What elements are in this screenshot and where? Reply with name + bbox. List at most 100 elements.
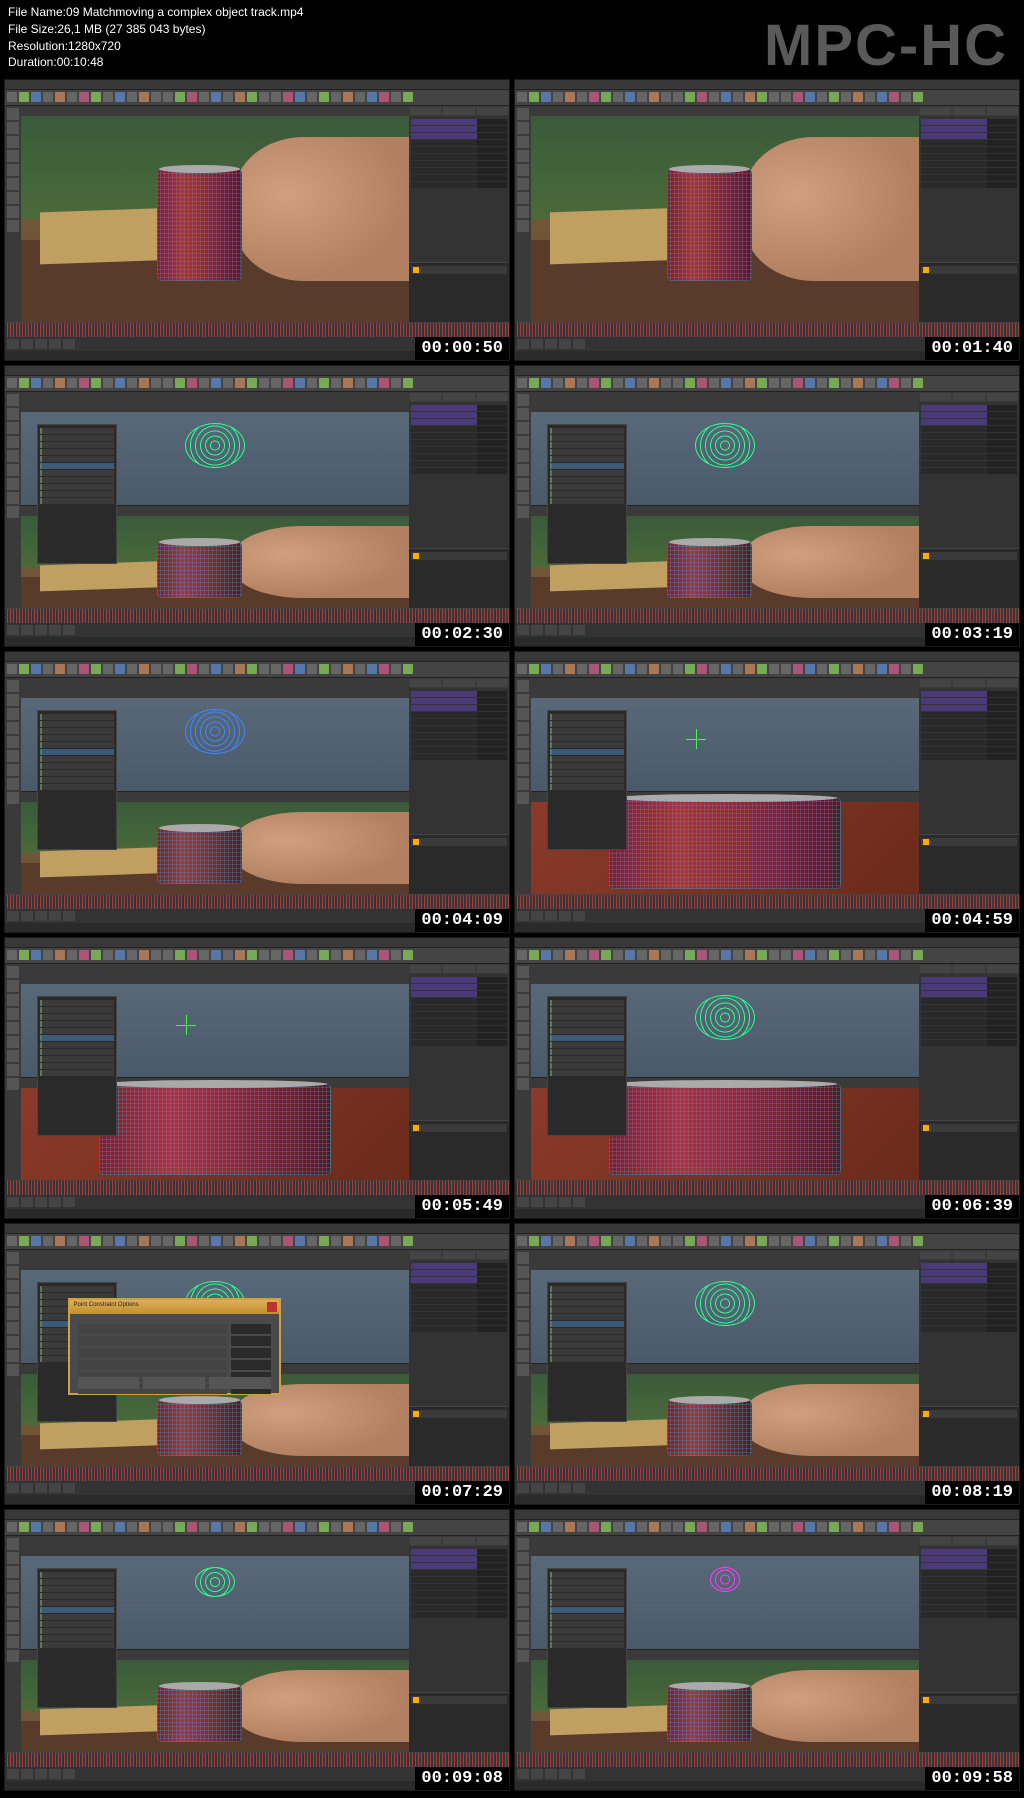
channel-row[interactable]	[411, 126, 507, 132]
channel-row[interactable]	[921, 991, 1017, 997]
side-tool-icon[interactable]	[517, 492, 529, 504]
toolbar-icon[interactable]	[247, 1522, 257, 1532]
toolbar-icon[interactable]	[733, 664, 743, 674]
panel-tabs[interactable]	[919, 1536, 1019, 1546]
side-tool-icon[interactable]	[517, 108, 529, 120]
dialog-button[interactable]	[209, 1377, 271, 1389]
outliner-item[interactable]	[40, 470, 114, 476]
toolbar-icon[interactable]	[601, 664, 611, 674]
outliner-item[interactable]	[550, 1307, 624, 1313]
channel-row[interactable]	[411, 733, 507, 739]
rewind-button[interactable]	[7, 1483, 19, 1493]
toolbar-icon[interactable]	[31, 1236, 41, 1246]
side-tool-icon[interactable]	[7, 136, 19, 148]
toolbar-icon[interactable]	[235, 950, 245, 960]
video-thumbnail[interactable]: 00:09:08	[4, 1509, 510, 1791]
toolbar-icon[interactable]	[889, 1522, 899, 1532]
channel-row[interactable]	[921, 154, 1017, 160]
side-tool-icon[interactable]	[7, 1364, 19, 1376]
toolbar-icon[interactable]	[673, 92, 683, 102]
layer-item[interactable]	[411, 1696, 507, 1704]
play-button[interactable]	[545, 1483, 557, 1493]
channel-row[interactable]	[921, 1026, 1017, 1032]
toolbar-icon[interactable]	[541, 1522, 551, 1532]
forward-button[interactable]	[63, 339, 75, 349]
side-tool-icon[interactable]	[7, 966, 19, 978]
channel-row[interactable]	[411, 998, 507, 1004]
layer-editor[interactable]	[919, 1406, 1019, 1466]
toolbar-icon[interactable]	[769, 1522, 779, 1532]
outliner-item[interactable]	[550, 1600, 624, 1606]
toolbar-icon[interactable]	[103, 664, 113, 674]
channel-box[interactable]	[919, 402, 1019, 548]
play-button[interactable]	[35, 1483, 47, 1493]
toolbar-icon[interactable]	[259, 1522, 269, 1532]
outliner-item[interactable]	[550, 1572, 624, 1578]
channel-row[interactable]	[411, 140, 507, 146]
panel-tab[interactable]	[987, 1537, 1018, 1545]
toolbar-icon[interactable]	[913, 664, 923, 674]
toolbar-icon[interactable]	[673, 1522, 683, 1532]
step-back-button[interactable]	[21, 1483, 33, 1493]
channel-row[interactable]	[921, 1549, 1017, 1555]
app-menubar[interactable]	[5, 938, 509, 948]
toolbar-icon[interactable]	[367, 950, 377, 960]
panel-tab[interactable]	[987, 393, 1018, 401]
layer-item[interactable]	[921, 266, 1017, 274]
outliner-item[interactable]	[550, 1342, 624, 1348]
side-tool-icon[interactable]	[7, 1608, 19, 1620]
step-back-button[interactable]	[531, 1483, 543, 1493]
toolbar-icon[interactable]	[67, 664, 77, 674]
toolbar-icon[interactable]	[343, 1236, 353, 1246]
toolbar-icon[interactable]	[649, 664, 659, 674]
channel-row[interactable]	[921, 126, 1017, 132]
toolbar-icon[interactable]	[553, 664, 563, 674]
video-thumbnail[interactable]: 00:04:59	[514, 651, 1020, 933]
toolbar-icon[interactable]	[709, 92, 719, 102]
side-tool-icon[interactable]	[517, 792, 529, 804]
side-tool-icon[interactable]	[517, 178, 529, 190]
channel-box[interactable]	[409, 688, 509, 834]
step-back-button[interactable]	[21, 1197, 33, 1207]
toolbar-icon[interactable]	[865, 1522, 875, 1532]
toolbar-icon[interactable]	[757, 664, 767, 674]
toolbar-icon[interactable]	[91, 950, 101, 960]
toolbar-icon[interactable]	[331, 92, 341, 102]
outliner-panel[interactable]	[547, 1282, 627, 1422]
outliner-item[interactable]	[40, 449, 114, 455]
side-tool-icon[interactable]	[517, 450, 529, 462]
channel-row[interactable]	[411, 133, 507, 139]
toolbar-icon[interactable]	[55, 950, 65, 960]
rewind-button[interactable]	[7, 911, 19, 921]
side-tool-icon[interactable]	[517, 122, 529, 134]
channel-row[interactable]	[921, 440, 1017, 446]
toolbar-icon[interactable]	[709, 950, 719, 960]
play-button[interactable]	[35, 625, 47, 635]
channel-row[interactable]	[411, 147, 507, 153]
toolbar-icon[interactable]	[805, 92, 815, 102]
panel-tab[interactable]	[410, 393, 441, 401]
toolbar-icon[interactable]	[709, 664, 719, 674]
toolbar-icon[interactable]	[31, 1522, 41, 1532]
toolbar-icon[interactable]	[589, 378, 599, 388]
outliner-item[interactable]	[40, 1600, 114, 1606]
side-tool-icon[interactable]	[517, 966, 529, 978]
outliner-item[interactable]	[40, 484, 114, 490]
toolbar-icon[interactable]	[307, 1522, 317, 1532]
layer-editor[interactable]	[919, 1692, 1019, 1752]
viewport-menu[interactable]	[531, 402, 919, 412]
forward-button[interactable]	[63, 1483, 75, 1493]
toolbar-icon[interactable]	[187, 1236, 197, 1246]
toolbar-icon[interactable]	[163, 1236, 173, 1246]
panel-tab[interactable]	[987, 965, 1018, 973]
toolbar-icon[interactable]	[913, 92, 923, 102]
side-tool-icon[interactable]	[517, 464, 529, 476]
toolbar-icon[interactable]	[769, 950, 779, 960]
toolbar-icon[interactable]	[211, 1522, 221, 1532]
toolbar-icon[interactable]	[223, 950, 233, 960]
outliner-item[interactable]	[40, 1063, 114, 1069]
toolbar-icon[interactable]	[841, 378, 851, 388]
toolbar-icon[interactable]	[139, 378, 149, 388]
channel-row[interactable]	[411, 1305, 507, 1311]
outliner-item[interactable]	[550, 1614, 624, 1620]
